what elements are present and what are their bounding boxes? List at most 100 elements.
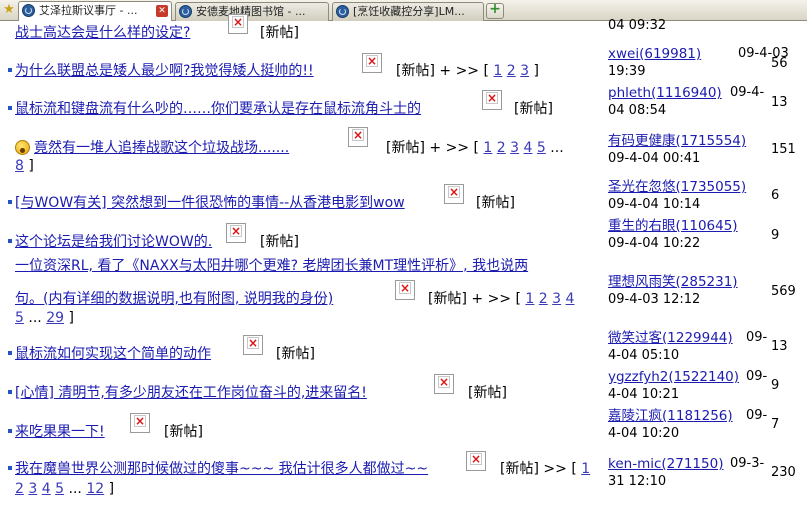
author-link[interactable]: xwei(619981) <box>608 45 701 63</box>
post-date: 09-4-04 00:41 <box>608 151 701 166</box>
thread-title[interactable]: 这个论坛是给我们讨论WOW的. <box>15 233 212 251</box>
thread-pager: [新帖] + >> [ 1 2 3 ] <box>396 63 540 79</box>
author-link[interactable]: 有码更健康(1715554) <box>608 132 746 150</box>
reply-count: 13 <box>771 95 788 110</box>
new-tag: [新帖] <box>164 424 203 440</box>
thread-pager-cont: 5 ... 29 ] <box>15 310 74 326</box>
tab-andemai[interactable]: 安德麦地精图书馆 - ... <box>175 2 329 21</box>
more-arrow[interactable]: + >> <box>439 63 479 79</box>
post-date: 4-04 10:20 <box>608 426 680 441</box>
tab-pengren[interactable]: [烹饪收藏控分享]LM... <box>332 2 484 21</box>
page-link[interactable]: 4 <box>524 140 533 156</box>
more-arrow[interactable]: >> <box>543 461 566 477</box>
reply-count: 56 <box>771 56 788 71</box>
post-date: 4-04 10:21 <box>608 387 680 402</box>
page-link[interactable]: 1 <box>525 291 534 307</box>
reply-count: 151 <box>771 142 796 157</box>
thread-title[interactable]: 我在魔兽世界公测那时候做过的傻事~~~ 我估计很多人都做过~~ <box>15 460 428 478</box>
author-link[interactable]: phleth(1116940) <box>608 84 722 102</box>
page-link[interactable]: 2 <box>539 291 548 307</box>
tab-label: 艾泽拉斯议事厅 - ... <box>39 4 138 17</box>
page-link[interactable]: 3 <box>520 63 529 79</box>
thread-pager-cont: 8 ] <box>15 158 34 174</box>
post-date: 09-4- <box>730 85 765 100</box>
new-tag: [新帖] <box>396 63 435 79</box>
thread-title[interactable]: 鼠标流如何实现这个简单的动作 <box>15 345 211 363</box>
surprised-emoji-icon <box>15 140 30 155</box>
author-link[interactable]: 理想风雨笑(285231) <box>608 273 738 291</box>
list-bullet-icon <box>8 351 12 355</box>
list-bullet-icon <box>8 200 12 204</box>
page-link[interactable]: 1 <box>493 63 502 79</box>
new-tag: [新帖] <box>276 346 315 362</box>
new-tag: [新帖] <box>386 140 425 156</box>
new-tag: [新帖] <box>428 291 467 307</box>
thread-title[interactable]: [心情] 清明节,有多少朋友还在工作岗位奋斗的,进来留名! <box>15 384 367 402</box>
list-bullet-icon <box>8 239 12 243</box>
page-link[interactable]: 5 <box>537 140 546 156</box>
page-link[interactable]: 1 <box>483 140 492 156</box>
post-date: 09- <box>746 330 768 345</box>
reply-count: 9 <box>771 228 780 243</box>
more-arrow[interactable]: + >> <box>471 291 511 307</box>
post-date: 09-4-04 10:22 <box>608 236 701 251</box>
new-tag: [新帖] <box>468 385 507 401</box>
broken-image-icon <box>362 53 382 73</box>
author-link[interactable]: 嘉陵江疯(1181256) <box>608 407 733 425</box>
page-link[interactable]: 29 <box>46 310 64 326</box>
thread-title[interactable]: 一位资深RL, 看了《NAXX与太阳井哪个更难? 老牌团长兼MT理性评析》, 我… <box>15 257 528 275</box>
broken-image-icon <box>130 413 150 433</box>
thread-title[interactable]: 战士高达会是什么样的设定? <box>15 24 190 42</box>
list-bullet-icon <box>8 106 12 110</box>
tab-aizelasi[interactable]: 艾泽拉斯议事厅 - ... ✕ <box>18 1 172 21</box>
new-tag: [新帖] <box>514 101 553 117</box>
thread-title[interactable]: 来吃果果一下! <box>15 423 105 441</box>
list-bullet-icon <box>8 466 12 470</box>
page-link[interactable]: 3 <box>510 140 519 156</box>
new-tag: [新帖] <box>476 195 515 211</box>
post-date: 04 08:54 <box>608 103 667 118</box>
new-tag: [新帖] <box>500 461 539 477</box>
page-link[interactable]: 5 <box>15 310 24 326</box>
post-date: 09-3- <box>730 456 765 471</box>
thread-title-cont[interactable]: 句。(内有详细的数据说明,也有附图, 说明我的身份) <box>15 290 333 308</box>
thread-title[interactable]: 竟然有一堆人追捧战歌这个垃圾战场....... <box>34 139 289 157</box>
broken-image-icon <box>434 374 454 394</box>
list-bullet-icon <box>8 68 12 72</box>
more-arrow[interactable]: + >> <box>429 140 469 156</box>
thread-title[interactable]: 为什么联盟总是矮人最少啊?我觉得矮人挺帅的!! <box>15 62 314 80</box>
page-link[interactable]: 5 <box>55 481 64 497</box>
reply-count: 7 <box>771 417 780 432</box>
reply-count: 9 <box>771 378 780 393</box>
page-link[interactable]: 2 <box>497 140 506 156</box>
page-link[interactable]: 1 <box>581 461 590 477</box>
page-link[interactable]: 2 <box>507 63 516 79</box>
broken-image-icon <box>228 14 248 34</box>
post-date: 09-4-04 10:14 <box>608 197 701 212</box>
author-link[interactable]: ygzzfyh2(1522140) <box>608 368 739 386</box>
new-tag: [新帖] <box>260 234 299 250</box>
page-link[interactable]: 4 <box>42 481 51 497</box>
page-link[interactable]: 4 <box>566 291 575 307</box>
thread-title[interactable]: [与WOW有关] 突然想到一件很恐怖的事情--从香港电影到wow <box>15 194 405 212</box>
new-tab-icon[interactable] <box>486 1 504 19</box>
author-link[interactable]: 微笑过客(1229944) <box>608 329 733 347</box>
thread-pager: [新帖] >> [ 1 <box>500 461 591 477</box>
page-link[interactable]: 2 <box>15 481 24 497</box>
author-link[interactable]: ken-mic(271150) <box>608 455 723 473</box>
broken-image-icon <box>395 280 415 300</box>
tab-label: [烹饪收藏控分享]LM... <box>353 5 465 18</box>
thread-title[interactable]: 鼠标流和键盘流有什么吵的……你们要承认是存在鼠标流角斗士的 <box>15 100 421 118</box>
tab-close-icon[interactable]: ✕ <box>156 5 168 17</box>
page-link[interactable]: 3 <box>552 291 561 307</box>
globe-favicon <box>179 5 192 18</box>
author-link[interactable]: 重生的右眼(110645) <box>608 217 738 235</box>
page-link[interactable]: 8 <box>15 158 24 174</box>
favorites-star-icon[interactable]: ★ <box>2 3 16 17</box>
thread-pager: [新帖] + >> [ 1 2 3 4 5 ... <box>386 140 564 156</box>
page-link[interactable]: 3 <box>28 481 37 497</box>
page-link[interactable]: 12 <box>86 481 104 497</box>
globe-favicon <box>22 4 35 17</box>
author-link[interactable]: 圣光在忽悠(1735055) <box>608 178 746 196</box>
reply-count: 230 <box>771 465 796 480</box>
